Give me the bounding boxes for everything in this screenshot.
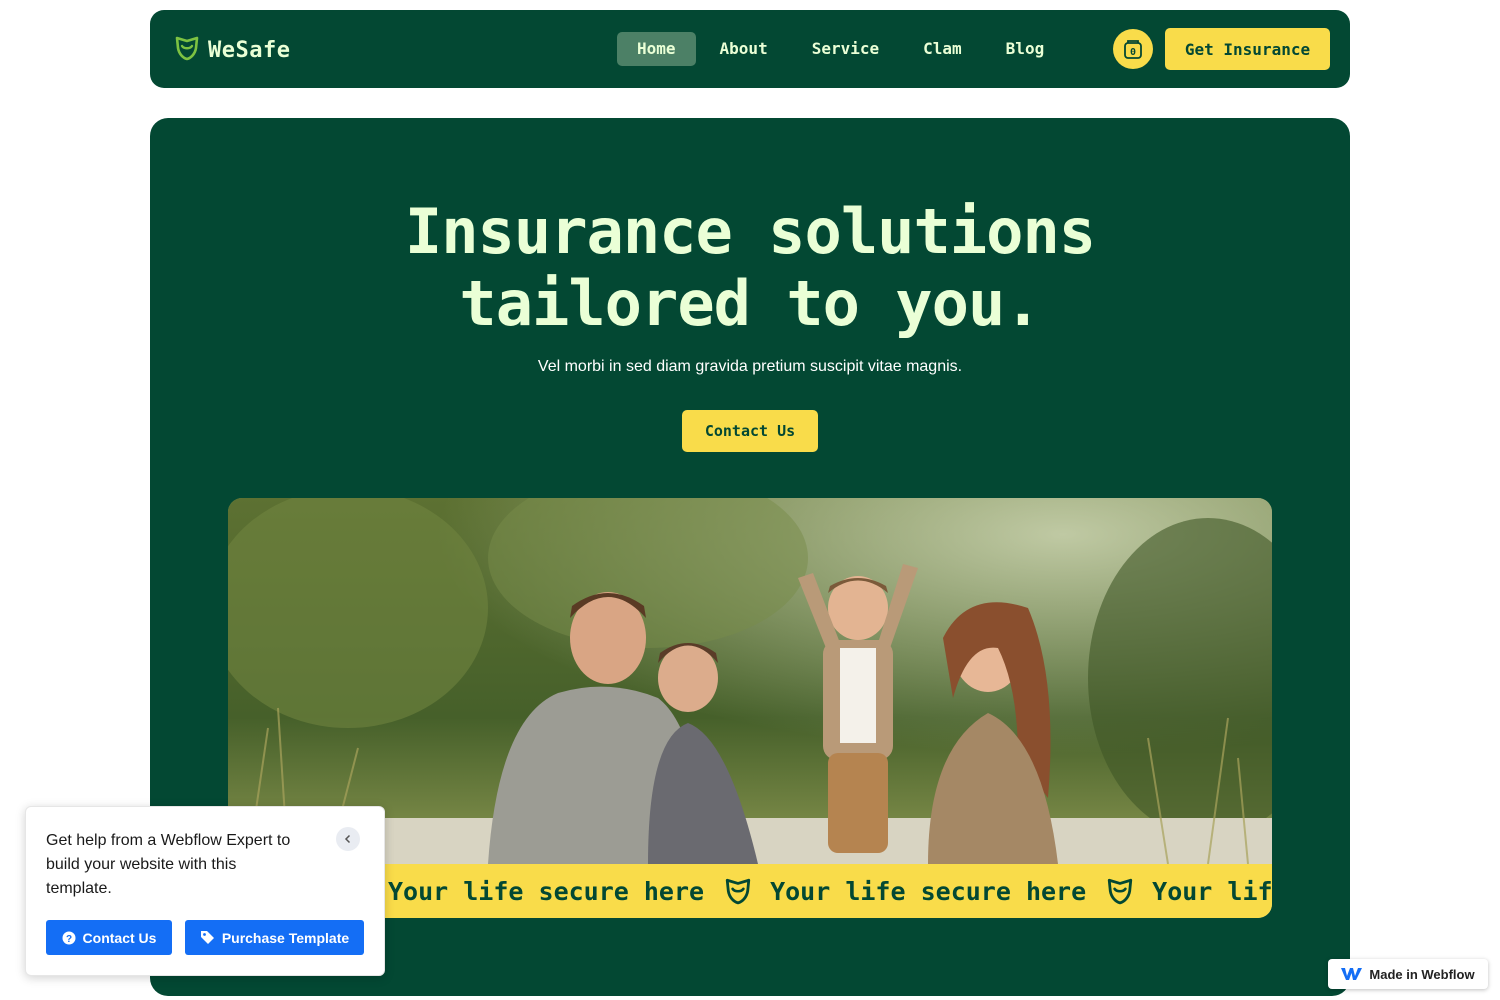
cart-button[interactable]: 0 <box>1113 29 1153 69</box>
help-contact-label: Contact Us <box>82 929 157 946</box>
tag-icon <box>200 931 214 944</box>
purchase-template-label: Purchase Template <box>221 929 350 946</box>
nav-link-home[interactable]: Home <box>617 32 696 66</box>
badge-label: Made in Webflow <box>1369 966 1475 982</box>
purchase-template-button[interactable]: Purchase Template <box>185 920 364 955</box>
nav-link-blog[interactable]: Blog <box>986 32 1065 66</box>
marquee-text: Your life secure here <box>388 876 705 906</box>
nav-link-service[interactable]: Service <box>792 32 899 66</box>
marquee-text: Your life secure here <box>770 876 1087 906</box>
nav-link-clam[interactable]: Clam <box>903 32 982 66</box>
collapse-button[interactable] <box>336 827 360 851</box>
cart-count: 0 <box>1130 47 1136 58</box>
nav-links: Home About Service Clam Blog <box>617 32 1068 66</box>
logo-text: WeSafe <box>208 38 291 63</box>
webflow-logo-icon <box>1341 968 1363 980</box>
hero-title-line1: Insurance solutions <box>404 195 1096 268</box>
marquee-item: Your life secure here <box>388 877 770 906</box>
hero-title: Insurance solutions tailored to you. <box>150 196 1350 340</box>
help-contact-button[interactable]: ? Contact Us <box>46 920 172 955</box>
logo[interactable]: WeSafe <box>174 35 290 66</box>
question-icon: ? <box>62 931 76 945</box>
svg-text:?: ? <box>65 934 71 945</box>
logo-shield-icon <box>174 35 200 66</box>
chevron-left-icon <box>344 834 351 844</box>
hero-subtitle: Vel morbi in sed diam gravida pretium su… <box>537 358 963 375</box>
nav-link-about[interactable]: About <box>700 32 788 66</box>
shield-icon <box>724 877 752 905</box>
hero-title-line2: tailored to you. <box>459 267 1041 340</box>
marquee-item: Your life secure here <box>1152 877 1272 906</box>
get-insurance-button[interactable]: Get Insurance <box>1165 28 1330 70</box>
marquee-text: Your life secure here <box>1152 876 1272 906</box>
webflow-help-popup: Get help from a Webflow Expert to build … <box>25 806 385 976</box>
help-text: Get help from a Webflow Expert to build … <box>46 832 291 897</box>
hero-contact-button[interactable]: Contact Us <box>682 410 818 452</box>
marquee-item: Your life secure here <box>770 877 1152 906</box>
shield-icon <box>1106 877 1134 905</box>
cart-icon: 0 <box>1124 40 1142 59</box>
made-in-webflow-badge[interactable]: Made in Webflow <box>1328 959 1488 989</box>
navbar: WeSafe Home About Service Clam Blog 0 Ge… <box>150 10 1350 88</box>
